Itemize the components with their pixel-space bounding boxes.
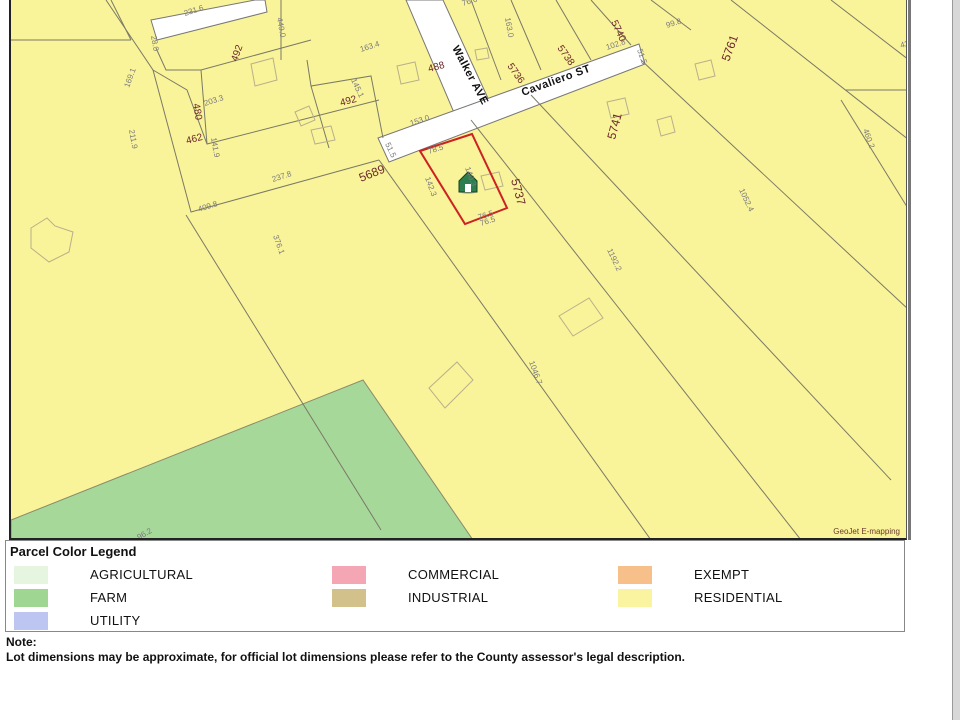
parcel-map[interactable]: Walker AVE Cavaliero ST 5689 5737 5741 5761… [9, 0, 907, 540]
legend-label-farm: FARM [90, 590, 128, 605]
lot-dimension-label: 99.8 [665, 16, 683, 30]
lot-dimension-label: 76.0 [461, 0, 479, 8]
parcel-color-legend: Parcel Color Legend AGRICULTURAL FARM UTIL… [5, 540, 905, 632]
legend-swatch-agricultural [14, 566, 48, 584]
parcel-id-label: 462 [185, 132, 204, 147]
legend-title: Parcel Color Legend [10, 544, 137, 559]
legend-swatch-commercial [332, 566, 366, 584]
frame-edge [908, 0, 911, 540]
parcel-id-label: 480 [190, 103, 204, 122]
legend-swatch-utility [14, 612, 48, 630]
map-credit: GeoJet E-mapping [833, 527, 900, 536]
map-canvas[interactable]: Walker AVE Cavaliero ST 5689573757415761… [11, 0, 907, 540]
lot-dimension-label: 1052.4 [737, 187, 756, 213]
lot-dimension-label: 460.2 [861, 128, 876, 150]
legend-swatch-residential [618, 589, 652, 607]
upper-left-road [150, 0, 268, 41]
scroll-edge [952, 0, 960, 720]
legend-label-exempt: EXEMPT [694, 567, 750, 582]
legend-label-utility: UTILITY [90, 613, 141, 628]
parcel-id-label: 492 [229, 43, 245, 63]
note-text: Lot dimensions may be approximate, for o… [6, 650, 686, 664]
parcel-id-label: 5741 [604, 111, 625, 141]
parcel-id-label: 5761 [719, 33, 741, 63]
lot-dimension-label: 163.0 [503, 17, 515, 39]
lot-dimension-label: 28.0 [149, 35, 161, 52]
note-title: Note: [6, 635, 37, 649]
lot-dimension-label: 449.0 [275, 17, 287, 39]
lot-dimension-label: 141.9 [209, 137, 221, 159]
lot-dimension-label: 237.8 [271, 169, 293, 184]
parcel-id-label: 5736 [505, 61, 527, 86]
lot-dimension-label: 203.3 [203, 93, 225, 108]
parcel-id-label: 5737 [508, 177, 529, 207]
legend-swatch-industrial [332, 589, 366, 607]
lot-dimension-label: 211.9 [127, 129, 139, 150]
lot-dimension-label: 376.1 [271, 234, 286, 256]
lot-dimension-label: 163.4 [359, 39, 381, 54]
farm-parcel[interactable] [11, 379, 473, 540]
legend-label-commercial: COMMERCIAL [408, 567, 500, 582]
lot-dimension-label: 169.1 [122, 66, 137, 88]
lot-dimension-label: 1192.2 [605, 247, 623, 273]
lot-dimension-label: 409.8 [197, 199, 219, 214]
legend-label-residential: RESIDENTIAL [694, 590, 783, 605]
lot-dimension-label: 1046.7 [527, 360, 544, 387]
lot-dimension-label: 42.7 [899, 37, 907, 50]
legend-swatch-exempt [618, 566, 652, 584]
legend-label-agricultural: AGRICULTURAL [90, 567, 194, 582]
parcel-id-label: 5738 [555, 43, 577, 68]
parcel-id-label: 492 [339, 94, 358, 109]
legend-swatch-farm [14, 589, 48, 607]
legend-label-industrial: INDUSTRIAL [408, 590, 489, 605]
